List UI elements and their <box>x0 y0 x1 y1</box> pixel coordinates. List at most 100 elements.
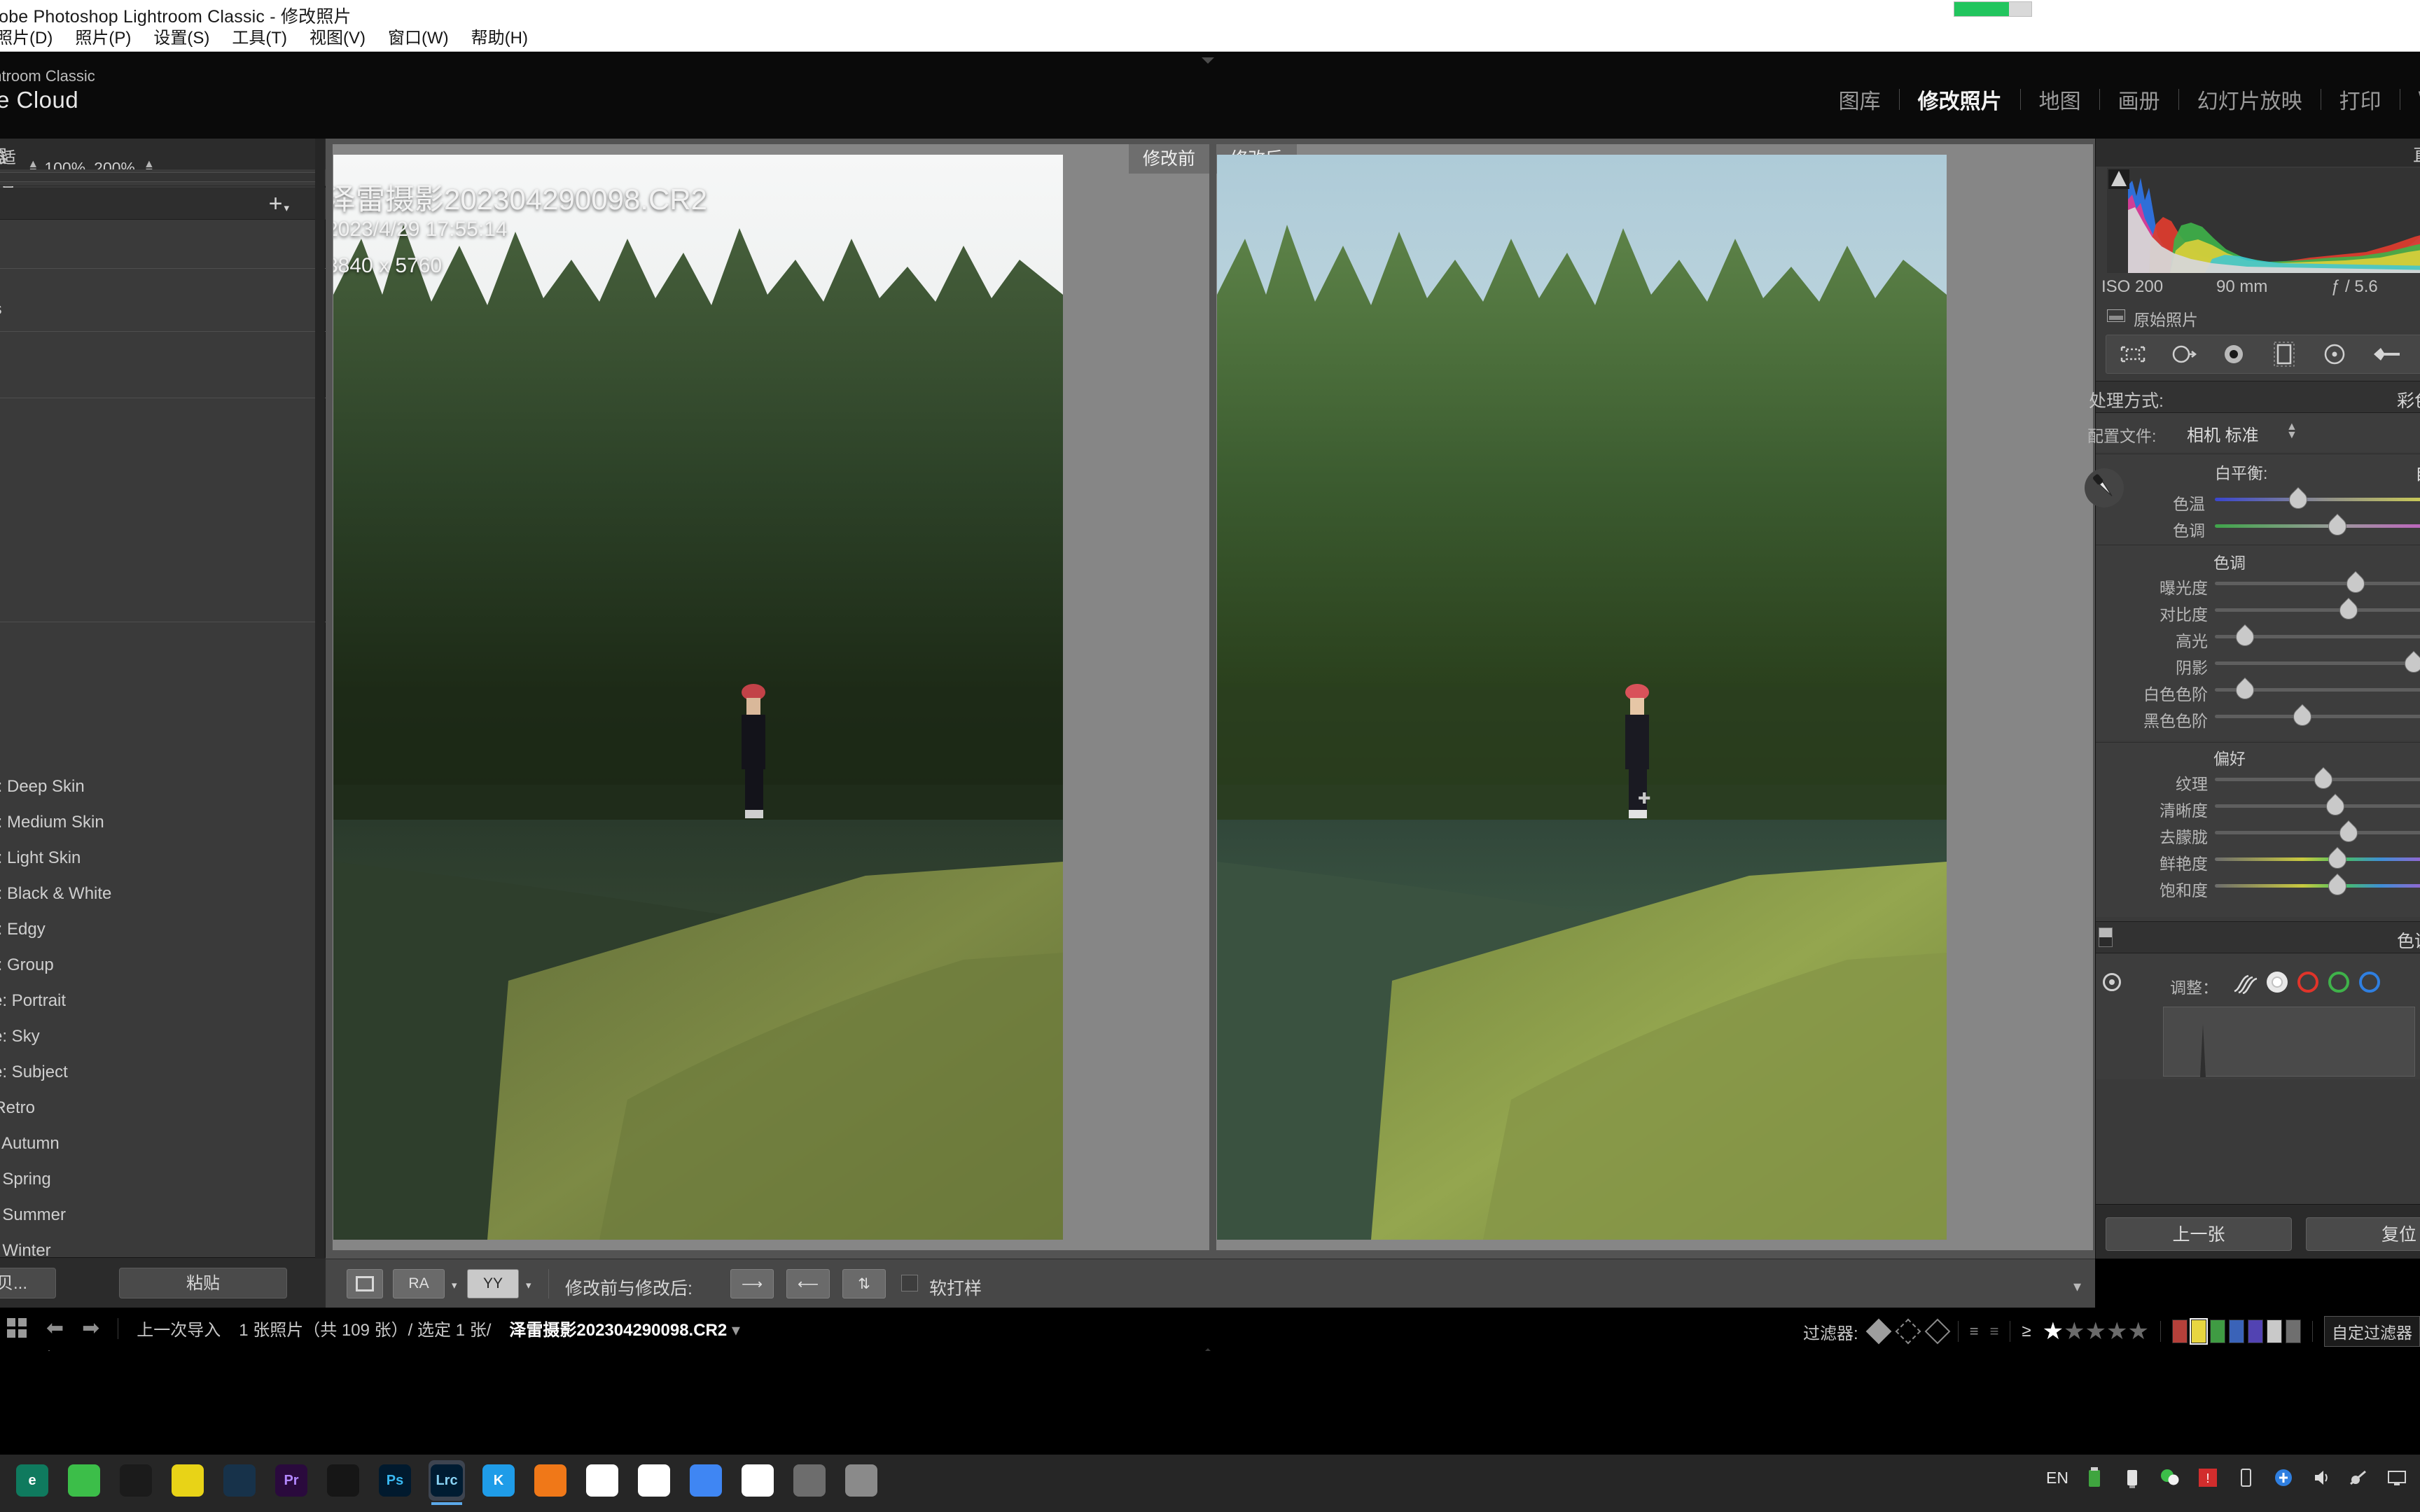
white-balance-selector-icon[interactable] <box>2085 468 2124 507</box>
rating-operator-icon[interactable]: ≥ <box>2022 1322 2031 1341</box>
target-adjust-icon[interactable] <box>2103 973 2121 991</box>
network-icon[interactable] <box>2347 1466 2371 1490</box>
volume-icon[interactable] <box>2309 1466 2333 1490</box>
tray-language[interactable]: EN <box>2046 1469 2068 1488</box>
compare-view-button[interactable]: RA <box>393 1269 445 1298</box>
add-preset-icon[interactable]: + ▾ <box>269 192 289 219</box>
tone-curve-panel-header[interactable]: 色调 <box>2096 921 2420 953</box>
alert-red-icon[interactable]: ! <box>2196 1466 2220 1490</box>
sort-order-icon[interactable]: ≡ <box>1970 1322 1979 1340</box>
slider-knob-去朦胧[interactable] <box>2336 820 2362 846</box>
slider-knob-阴影[interactable] <box>2400 650 2420 677</box>
raw-default-row[interactable]: 原始照片 <box>2107 307 2420 329</box>
presets-panel-header[interactable]: + ▾ <box>0 188 326 220</box>
sort-order-off-icon[interactable]: ≡ <box>1990 1322 1999 1340</box>
filmstrip-selected-file[interactable]: 泽雷摄影202304290098.CR2 ▾ <box>509 1316 740 1340</box>
before-after-caret-icon[interactable]: ▾ <box>526 1279 531 1292</box>
copy-after-to-before-button[interactable]: ⟶ <box>730 1269 774 1298</box>
basic-treatment-value[interactable]: 彩色 <box>2397 387 2420 412</box>
copy-settings-button[interactable]: 复贝... <box>0 1268 56 1298</box>
360-icon[interactable] <box>169 1460 206 1501</box>
red-eye-icon[interactable] <box>2218 339 2249 370</box>
rating-star-1[interactable]: ★ <box>2043 1318 2064 1345</box>
loupe-view-button[interactable] <box>347 1269 383 1298</box>
copy-before-to-after-button[interactable]: ⟵ <box>786 1269 830 1298</box>
channel-green-icon[interactable] <box>2328 972 2349 993</box>
taskbar-apps[interactable]: e Pr Ps Lrc K <box>14 1460 879 1505</box>
color-label-3[interactable] <box>2229 1320 2244 1343</box>
before-after-view-button[interactable]: YY <box>467 1269 519 1298</box>
profile-spinner-icon[interactable]: ▲ ▼ <box>2286 421 2297 441</box>
brush-icon[interactable] <box>2370 339 2400 370</box>
slider-knob-鲜艳度[interactable] <box>2324 846 2351 873</box>
grid-view-icon[interactable] <box>7 1317 28 1339</box>
steam-icon[interactable] <box>221 1460 258 1501</box>
bird-app-icon[interactable] <box>688 1460 724 1501</box>
after-photo[interactable] <box>1217 155 1947 1240</box>
media-player-icon[interactable] <box>584 1460 620 1501</box>
soft-proofing-checkbox[interactable] <box>901 1275 918 1292</box>
preset-item[interactable]: s: Summer <box>0 1197 326 1233</box>
system-tray[interactable]: EN ! <box>2046 1466 2409 1490</box>
channel-blue-icon[interactable] <box>2359 972 2380 993</box>
crop-icon[interactable] <box>2118 339 2148 370</box>
rating-star-2[interactable]: ★ <box>2064 1318 2085 1345</box>
wechat-icon[interactable] <box>66 1460 102 1501</box>
slider-knob-对比度[interactable] <box>2336 597 2362 624</box>
color-label-5[interactable] <box>2267 1320 2282 1343</box>
menu-item-0[interactable]: 改照片(D) <box>0 27 64 50</box>
preset-item[interactable]: ts: Group <box>0 947 326 983</box>
tone-curve-toggle-icon[interactable] <box>2099 927 2113 947</box>
preset-item[interactable]: ve: Subject <box>0 1054 326 1090</box>
menu-item-6[interactable]: 帮助(H) <box>460 27 539 50</box>
paste-settings-button[interactable]: 粘贴 <box>119 1268 287 1298</box>
basic-panel-header[interactable]: 处理方式: 彩色 <box>2089 381 2420 413</box>
usb-white-icon[interactable] <box>2120 1466 2144 1490</box>
preset-item[interactable]: ts: Black & White <box>0 876 326 911</box>
menu-item-4[interactable]: 视图(V) <box>298 27 377 50</box>
slider-track-黑色色阶[interactable] <box>2215 715 2420 718</box>
slider-knob-高光[interactable] <box>2232 624 2258 650</box>
rating-stars[interactable]: ★★★★★ <box>2043 1318 2149 1345</box>
point-white-icon[interactable] <box>2267 972 2288 993</box>
menu-item-5[interactable]: 窗口(W) <box>377 27 460 50</box>
navigator-preview[interactable] <box>0 169 326 186</box>
slider-track-阴影[interactable] <box>2215 662 2420 665</box>
update-icon[interactable] <box>2272 1466 2295 1490</box>
lightroom-classic-icon[interactable]: Lrc <box>429 1460 465 1505</box>
custom-filter-dropdown[interactable]: 自定过滤器 <box>2324 1316 2420 1347</box>
profile-value[interactable]: 相机 标准 <box>2187 421 2259 446</box>
rating-star-3[interactable]: ★ <box>2085 1318 2106 1345</box>
slider-track-鲜艳度[interactable] <box>2215 858 2420 861</box>
slider-knob-纹理[interactable] <box>2310 766 2337 793</box>
curve-icon[interactable] <box>2233 972 2258 997</box>
temp-slider-track[interactable] <box>2215 498 2420 501</box>
toolbar-options-caret-icon[interactable]: ▾ <box>2073 1278 2081 1296</box>
color-label-6[interactable] <box>2286 1320 2301 1343</box>
channel-red-icon[interactable] <box>2297 972 2318 993</box>
module-tab-4[interactable]: 幻灯片放映 <box>2179 84 2321 115</box>
filmstrip-source[interactable]: 上一次导入 <box>137 1316 221 1340</box>
baidu-netdisk-icon[interactable] <box>636 1460 672 1501</box>
slider-knob-白色色阶[interactable] <box>2232 677 2258 704</box>
preset-item[interactable]: ts: Medium Skin <box>0 804 326 840</box>
before-photo[interactable]: 泽雷摄影202304290098.CR2 2023/4/29 17:55:14 … <box>333 155 1063 1240</box>
temp-slider-knob[interactable] <box>2285 486 2311 513</box>
rating-star-4[interactable]: ★ <box>2106 1318 2127 1345</box>
flag-picked-icon[interactable] <box>1865 1318 1892 1345</box>
swap-before-after-button[interactable]: ⇅ <box>842 1269 886 1298</box>
masking-icon[interactable] <box>2269 339 2300 370</box>
white-balance-value[interactable]: 自 <box>2415 460 2420 484</box>
battery-icon[interactable] <box>2234 1466 2258 1490</box>
slider-track-去朦胧[interactable] <box>2215 831 2420 834</box>
preset-item[interactable]: s: Spring <box>0 1161 326 1197</box>
thunder-icon[interactable] <box>532 1460 569 1501</box>
slider-knob-曝光度[interactable] <box>2342 570 2369 597</box>
color-label-0[interactable] <box>2172 1320 2188 1343</box>
folder-app-icon[interactable] <box>791 1460 828 1501</box>
spot-removal-icon[interactable] <box>2168 339 2199 370</box>
module-picker[interactable]: 图库修改照片地图画册幻灯片放映打印W <box>1821 84 2420 115</box>
preset-item[interactable]: ts: Edgy <box>0 911 326 947</box>
left-panel-collapse-handle[interactable] <box>315 139 325 1259</box>
module-tab-1[interactable]: 修改照片 <box>1900 84 2020 115</box>
